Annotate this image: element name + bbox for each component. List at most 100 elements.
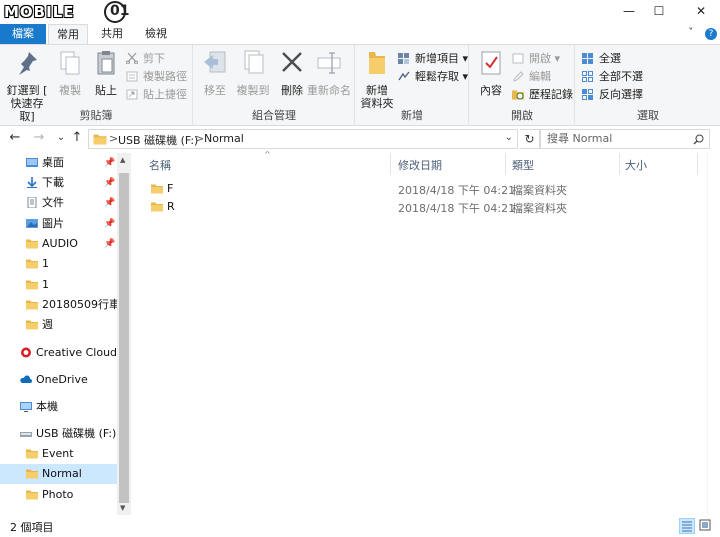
search-icon	[693, 134, 704, 145]
file-list-scrollbar[interactable]	[707, 153, 720, 515]
sidebar-item-documents[interactable]: 文件 📌	[0, 193, 117, 213]
column-type[interactable]: 類型	[512, 157, 534, 173]
nav-scrollbar[interactable]: ▲ ▼	[117, 153, 131, 515]
edit-label: 編輯	[529, 70, 551, 83]
copy-button[interactable]: 複製	[52, 49, 88, 97]
help-icon[interactable]: ?	[705, 28, 717, 40]
table-row[interactable]: R 2018/4/18 下午 04:21 檔案資料夾	[145, 198, 705, 216]
pictures-icon	[26, 219, 38, 228]
select-none-button[interactable]: 全部不選	[582, 68, 643, 85]
tab-share[interactable]: 共用	[92, 24, 132, 44]
column-name[interactable]: 名稱	[149, 157, 171, 173]
navigation-bar: ← → ⌄ ↑ > USB 磁碟機 (F:) > Normal ⌄ ↻ 搜尋 N…	[0, 127, 720, 153]
address-dropdown-icon[interactable]: ⌄	[505, 132, 513, 143]
new-folder-button[interactable]: 新增 資料夾	[358, 49, 396, 110]
sidebar-item-usb-drive[interactable]: USB 磁碟機 (F:)	[0, 424, 117, 444]
file-name: R	[167, 200, 175, 213]
table-row[interactable]: F 2018/4/18 下午 04:21 檔案資料夾	[145, 180, 705, 198]
column-divider[interactable]	[505, 153, 506, 175]
new-item-button[interactable]: 新增項目 ▾	[398, 50, 468, 67]
paste-button[interactable]: 貼上	[88, 49, 124, 97]
file-list: ^ 名稱 修改日期 類型 大小 F 2018/4/18 下午 04:21 檔案資料夾…	[131, 150, 720, 515]
cut-button[interactable]: 剪下	[126, 50, 165, 67]
rename-icon	[317, 52, 341, 74]
copy-to-button[interactable]: 複製到	[231, 49, 275, 97]
sidebar-item-folder-20180509[interactable]: 20180509行車記	[0, 295, 117, 315]
sidebar-item-folder-week[interactable]: 週	[0, 315, 117, 335]
properties-button[interactable]: 內容	[473, 49, 509, 97]
close-button[interactable]: ✕	[684, 0, 718, 24]
sidebar-item-onedrive[interactable]: OneDrive	[0, 370, 117, 390]
history-button[interactable]: 歷程記錄	[512, 86, 573, 103]
column-modified[interactable]: 修改日期	[398, 157, 442, 173]
sidebar-item-audio[interactable]: AUDIO 📌	[0, 234, 117, 254]
open-button[interactable]: 開啟 ▾	[512, 50, 560, 67]
column-divider[interactable]	[619, 153, 620, 175]
select-all-button[interactable]: 全選	[582, 50, 621, 67]
scroll-up-icon[interactable]: ▲	[120, 156, 125, 164]
paste-shortcut-label: 貼上捷徑	[143, 88, 187, 101]
delete-button[interactable]: 刪除	[274, 49, 310, 97]
search-placeholder: 搜尋 Normal	[547, 132, 613, 145]
tab-home[interactable]: 常用	[48, 24, 88, 45]
easy-access-button[interactable]: 輕鬆存取 ▾	[398, 68, 468, 85]
rename-button[interactable]: 重新命名	[306, 49, 352, 97]
refresh-button[interactable]: ↻	[520, 129, 540, 149]
move-to-button[interactable]: 移至	[197, 49, 233, 97]
sidebar-item-label: Creative Cloud Fi	[36, 346, 117, 359]
sidebar-item-folder-1b[interactable]: 1	[0, 275, 117, 295]
tab-view[interactable]: 檢視	[136, 24, 176, 44]
pinned-icon[interactable]: 📌	[104, 193, 115, 213]
invert-selection-button[interactable]: 反向選擇	[582, 86, 643, 103]
address-bar[interactable]: > USB 磁碟機 (F:) > Normal ⌄	[88, 129, 518, 149]
minimize-button[interactable]: —	[612, 0, 646, 24]
sidebar-item-downloads[interactable]: 下載 📌	[0, 173, 117, 193]
up-button[interactable]: ↑	[68, 130, 86, 145]
pinned-icon[interactable]: 📌	[104, 173, 115, 193]
maximize-button[interactable]: ☐	[642, 0, 676, 24]
copy-path-button[interactable]: 複製路徑	[126, 68, 187, 85]
sidebar-item-normal[interactable]: Normal	[0, 464, 117, 484]
column-divider[interactable]	[390, 153, 391, 175]
sidebar-item-label: Event	[42, 447, 74, 460]
pinned-icon[interactable]: 📌	[104, 214, 115, 234]
forward-button[interactable]: →	[30, 130, 48, 145]
large-icons-view-button[interactable]	[698, 518, 714, 534]
details-view-button[interactable]	[679, 518, 695, 534]
docs-icon	[27, 197, 37, 208]
sidebar-item-creative-cloud[interactable]: Creative Cloud Fi	[0, 343, 117, 363]
collapse-ribbon-icon[interactable]: ˇ	[688, 26, 694, 39]
sidebar-item-event[interactable]: Event	[0, 444, 117, 464]
status-bar: 2 個項目	[0, 515, 720, 537]
sidebar-item-desktop[interactable]: 桌面 📌	[0, 153, 117, 173]
large-icons-view-icon	[699, 519, 711, 531]
search-input[interactable]: 搜尋 Normal	[540, 129, 710, 149]
paste-shortcut-button[interactable]: 貼上捷徑	[126, 86, 187, 103]
scroll-down-icon[interactable]: ▼	[120, 504, 125, 512]
file-name: F	[167, 182, 174, 195]
column-divider[interactable]	[697, 153, 698, 175]
pinned-icon[interactable]: 📌	[104, 153, 115, 173]
back-button[interactable]: ←	[6, 130, 24, 145]
sidebar-item-this-pc[interactable]: 本機	[0, 397, 117, 417]
maximize-icon: ☐	[653, 4, 665, 18]
open-label: 開啟 ▾	[529, 52, 561, 65]
sidebar-item-label: 本機	[36, 400, 58, 413]
breadcrumb-usb-drive[interactable]: USB 磁碟機 (F:)	[118, 132, 198, 148]
sidebar-item-photo[interactable]: Photo	[0, 485, 117, 505]
breadcrumb-normal[interactable]: Normal	[204, 132, 244, 145]
download-icon	[27, 177, 37, 188]
folder-icon	[93, 133, 107, 145]
tab-file[interactable]: 檔案	[0, 24, 46, 44]
easy-access-label: 輕鬆存取 ▾	[415, 70, 469, 83]
copy-label: 複製	[59, 84, 81, 97]
column-size[interactable]: 大小	[625, 157, 647, 173]
sidebar-item-folder-1a[interactable]: 1	[0, 254, 117, 274]
group-open: 內容 開啟 ▾ 編輯 歷程記錄 開啟	[470, 45, 575, 126]
sidebar-item-pictures[interactable]: 圖片 📌	[0, 214, 117, 234]
pinned-icon[interactable]: 📌	[104, 234, 115, 254]
sidebar-item-label: 桌面	[42, 156, 64, 169]
edit-button[interactable]: 編輯	[512, 68, 551, 85]
sidebar-item-label: 1	[42, 278, 49, 291]
nav-scrollbar-thumb[interactable]	[119, 173, 129, 503]
